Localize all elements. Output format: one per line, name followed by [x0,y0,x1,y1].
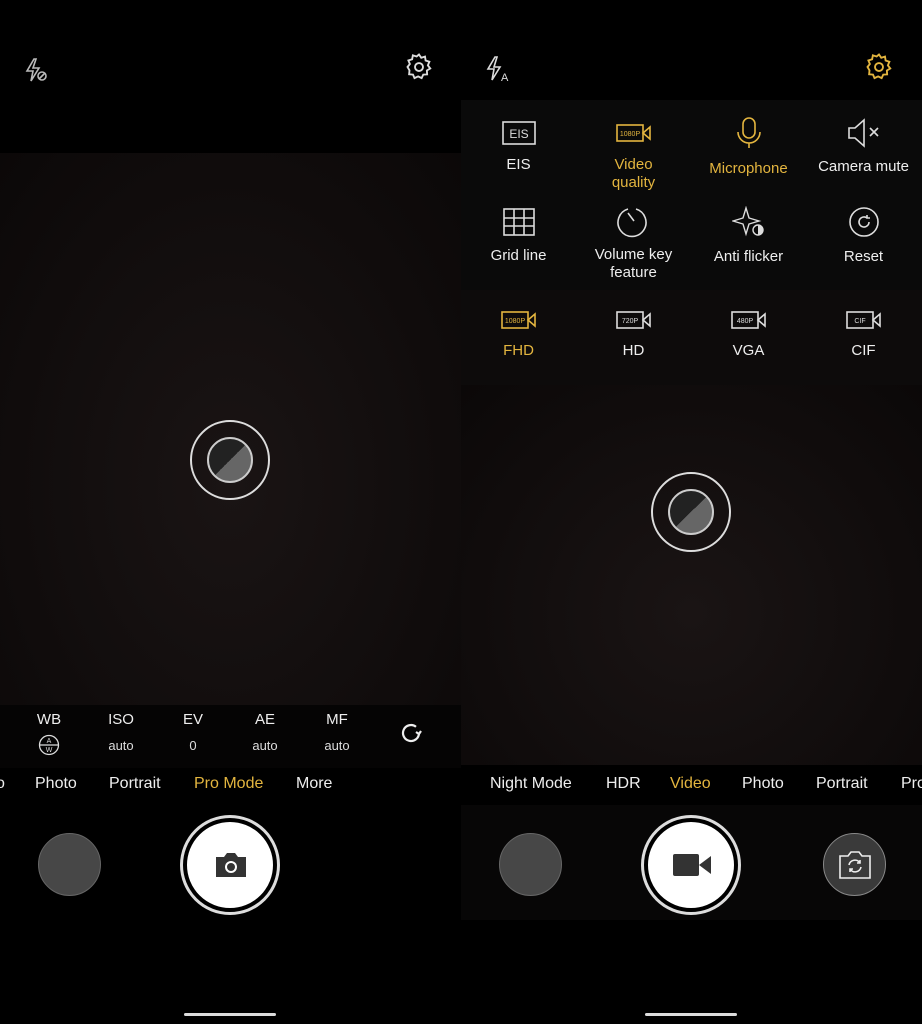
ae-control[interactable]: AE auto [230,711,300,753]
svg-text:W: W [46,747,53,754]
setting-label: Volume key feature [594,246,673,281]
switch-camera-button[interactable] [823,833,886,896]
iso-value: auto [108,738,134,753]
auto-white-balance-icon: AW [14,734,84,759]
ae-value: auto [252,738,278,753]
setting-label: Anti flicker [713,248,784,265]
video-camera-icon [673,854,711,876]
svg-text:1080P: 1080P [504,318,525,325]
setting-label: EIS [506,156,531,173]
iso-control[interactable]: ISO auto [86,711,156,753]
quality-cif[interactable]: CIF CIF [806,308,921,360]
cif-video-icon: CIF [845,311,881,329]
1080p-video-icon: 1080P [615,124,651,142]
mf-control[interactable]: MF auto [302,711,372,753]
setting-eis[interactable]: EIS EIS [461,120,576,174]
svg-text:CIF: CIF [854,318,865,325]
flash-auto-icon[interactable]: A [483,54,513,89]
mode-photo[interactable]: Photo [35,775,77,793]
setting-video-quality[interactable]: 1080P Video quality [576,120,691,192]
svg-text:EIS: EIS [509,127,528,141]
720p-video-icon: 720P [615,311,651,329]
mode-pro-partial[interactable]: Pro [901,775,922,793]
mode-photo[interactable]: Photo [742,775,784,793]
quality-label: VGA [732,342,765,359]
gallery-thumbnail[interactable] [38,833,101,896]
setting-label: Grid line [490,247,547,264]
quality-label: FHD [503,342,534,359]
microphone-icon [736,117,761,148]
svg-text:A: A [501,72,509,84]
1080p-video-icon: 1080P [500,311,536,329]
setting-volume-key[interactable]: Volume key feature [576,206,691,282]
mode-video[interactable]: Video [670,775,711,793]
mode-hdr[interactable]: HDR [606,775,641,793]
gallery-thumbnail[interactable] [499,833,562,896]
mode-pro-mode[interactable]: Pro Mode [194,775,263,793]
dial-icon [616,208,647,238]
setting-label: Microphone [709,160,788,177]
setting-label: Video quality [611,156,656,191]
mode-more[interactable]: More [296,775,332,793]
setting-microphone[interactable]: Microphone [691,116,806,178]
camera-pro-mode-screen: WB AW ISO auto EV 0 AE auto MF auto o Photo … [0,0,461,1024]
480p-video-icon: 480P [730,311,766,329]
photo-shutter-button[interactable] [183,818,277,912]
mf-value: auto [324,738,350,753]
settings-gear-icon-active[interactable] [864,52,894,87]
quality-hd[interactable]: 720P HD [576,308,691,360]
svg-text:720P: 720P [621,318,638,325]
wb-label: WB [36,711,62,728]
home-indicator[interactable] [184,1013,276,1016]
grid-icon [502,208,535,236]
mode-video-partial[interactable]: o [0,775,5,793]
eis-icon: EIS [501,121,536,145]
camera-icon [216,853,246,877]
focus-ring[interactable] [190,420,270,500]
wb-control[interactable]: WB AW [14,711,84,759]
focus-ring[interactable] [651,472,731,552]
sparkle-icon [731,206,764,237]
speaker-mute-icon [847,118,879,148]
setting-grid-line[interactable]: Grid line [461,207,576,265]
setting-camera-mute[interactable]: Camera mute [806,118,921,176]
flash-off-icon[interactable] [22,56,50,89]
mf-label: MF [326,711,348,728]
quality-vga[interactable]: 480P VGA [691,308,806,360]
setting-anti-flicker[interactable]: Anti flicker [691,206,806,266]
quality-fhd[interactable]: 1080P FHD [461,308,576,360]
record-button[interactable] [644,818,738,912]
switch-camera-icon [839,851,871,879]
mode-portrait[interactable]: Portrait [109,775,161,793]
ae-label: AE [254,711,275,728]
reset-icon[interactable] [398,720,424,751]
ev-control[interactable]: EV 0 [158,711,228,753]
home-indicator[interactable] [645,1013,737,1016]
setting-reset[interactable]: Reset [806,206,921,266]
camera-video-screen: A EIS EIS 1080P Video quality Microphone… [461,0,922,1024]
ev-label: EV [182,711,203,728]
svg-text:1080P: 1080P [619,131,640,138]
iso-label: ISO [108,711,134,728]
svg-text:480P: 480P [736,318,753,325]
ev-value: 0 [189,738,197,753]
quality-label: CIF [851,342,876,359]
reset-icon [848,207,879,237]
setting-label: Reset [843,248,884,265]
mode-night[interactable]: Night Mode [490,775,572,793]
setting-label: Camera mute [818,158,909,175]
quality-label: HD [622,342,645,359]
svg-text:A: A [47,738,52,745]
mode-portrait[interactable]: Portrait [816,775,868,793]
viewfinder[interactable] [461,385,922,765]
settings-gear-icon[interactable] [404,52,434,87]
